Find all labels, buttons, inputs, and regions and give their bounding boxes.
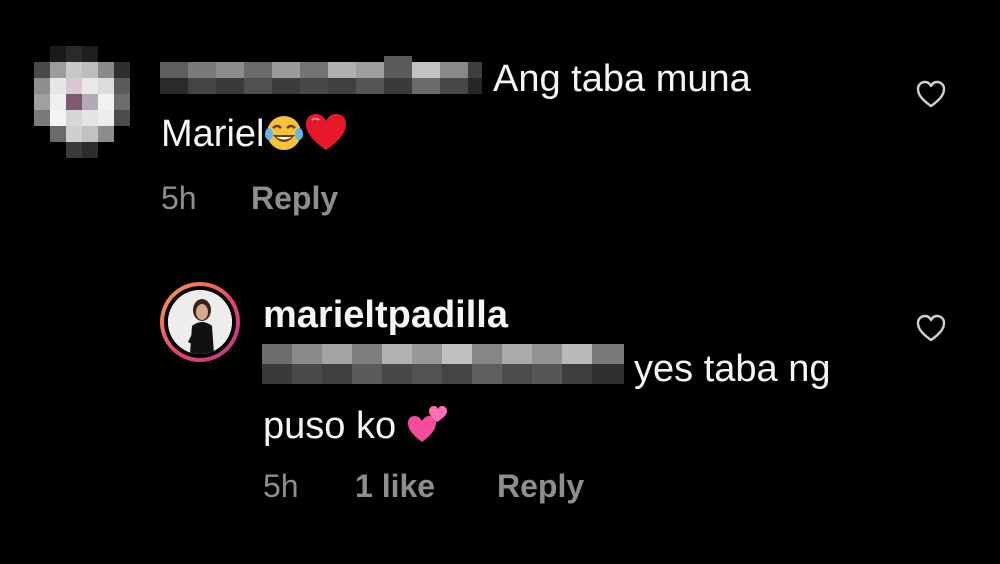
reply-timestamp: 5h — [263, 468, 299, 504]
reply-reply-button[interactable]: Reply — [497, 470, 584, 502]
commenter-avatar[interactable] — [34, 46, 130, 158]
pixelated-username[interactable] — [160, 56, 482, 98]
comment-reply-button[interactable]: Reply — [251, 182, 338, 214]
tears-of-joy-emoji — [264, 112, 304, 159]
two-hearts-emoji — [407, 402, 447, 451]
heart-outline-icon[interactable] — [916, 80, 946, 108]
comment-text-line-2: Mariel — [161, 112, 348, 159]
profile-photo — [168, 290, 232, 354]
reply-username[interactable]: marieltpadilla — [263, 296, 508, 334]
reply-avatar[interactable] — [160, 282, 240, 362]
comment-timestamp: 5h — [161, 180, 197, 216]
reply-text-line-1: yes taba ng — [634, 348, 831, 390]
heart-outline-icon[interactable] — [916, 314, 946, 342]
pixelated-mention[interactable] — [262, 344, 624, 384]
comment-text-line-1: Ang taba muna — [493, 58, 751, 100]
reply-text-tail: puso ko — [263, 405, 397, 447]
reply-text-line-2: puso ko — [263, 402, 447, 451]
reply-likes-count[interactable]: 1 like — [355, 470, 435, 502]
red-heart-emoji — [304, 112, 348, 159]
comment-text-name: Mariel — [161, 113, 265, 155]
